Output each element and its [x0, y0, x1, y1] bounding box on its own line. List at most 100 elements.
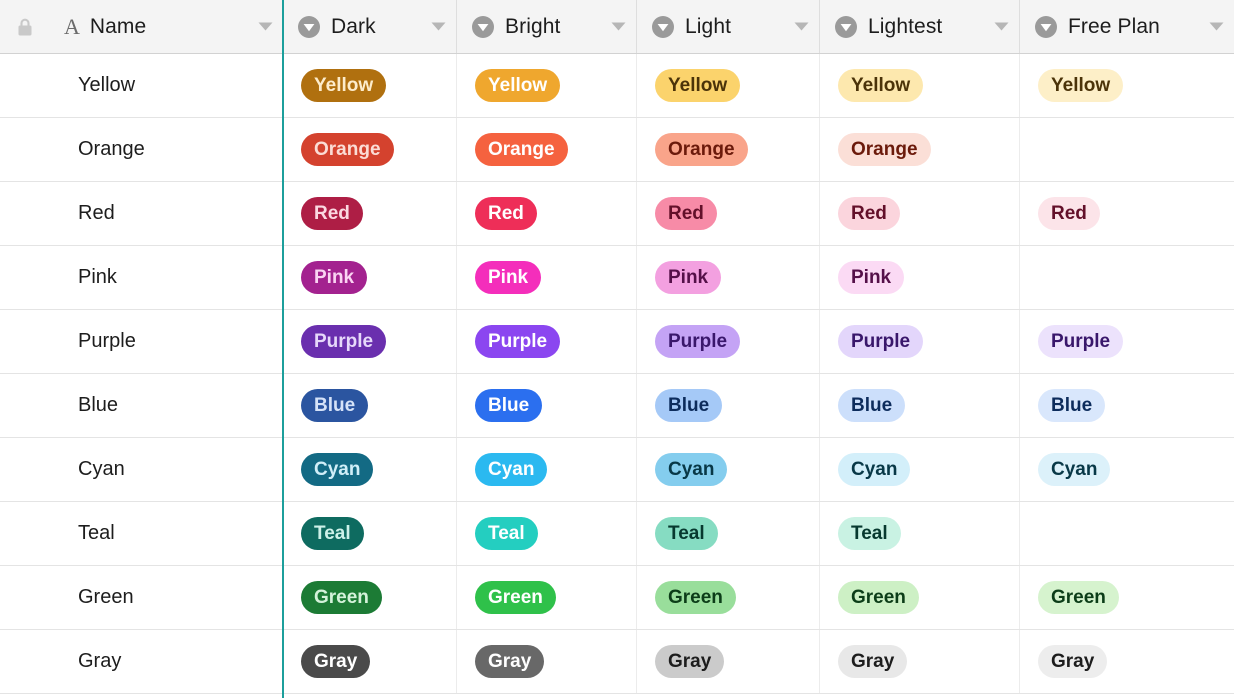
color-pill: Cyan: [475, 453, 548, 486]
cell-swatch[interactable]: Purple: [1020, 310, 1234, 373]
cell-swatch[interactable]: Teal: [283, 502, 457, 565]
cell-swatch[interactable]: Cyan: [1020, 438, 1234, 501]
cell-swatch[interactable]: Gray: [637, 630, 820, 693]
column-header-free-plan[interactable]: Free Plan: [1020, 0, 1234, 53]
cell-name[interactable]: Purple: [0, 310, 283, 373]
cell-swatch[interactable]: Red: [820, 182, 1020, 245]
color-pill: Yellow: [1038, 69, 1124, 102]
chevron-down-icon[interactable]: [421, 22, 446, 31]
cell-name[interactable]: Orange: [0, 118, 283, 181]
cell-swatch[interactable]: Purple: [283, 310, 457, 373]
row-name-text: Cyan: [78, 458, 125, 480]
color-pill: Cyan: [838, 453, 911, 486]
cell-swatch[interactable]: Green: [637, 566, 820, 629]
color-pill: Red: [1038, 197, 1100, 230]
row-name-text: Green: [78, 586, 134, 608]
color-pill: Red: [655, 197, 717, 230]
cell-swatch[interactable]: Green: [283, 566, 457, 629]
cell-swatch[interactable]: Orange: [457, 118, 637, 181]
cell-name[interactable]: Green: [0, 566, 283, 629]
cell-name[interactable]: Red: [0, 182, 283, 245]
color-pill: Cyan: [301, 453, 374, 486]
chevron-down-icon[interactable]: [984, 22, 1009, 31]
cell-swatch[interactable]: [1020, 246, 1234, 309]
cell-swatch[interactable]: Purple: [637, 310, 820, 373]
cell-swatch[interactable]: Cyan: [457, 438, 637, 501]
cell-swatch[interactable]: Teal: [637, 502, 820, 565]
chevron-down-icon[interactable]: [784, 22, 809, 31]
cell-swatch[interactable]: Orange: [283, 118, 457, 181]
table-row: Gray Gray Gray Gray Gray Gray: [0, 630, 1234, 694]
cell-swatch[interactable]: Blue: [820, 374, 1020, 437]
cell-swatch[interactable]: Yellow: [1020, 54, 1234, 117]
cell-swatch[interactable]: Pink: [820, 246, 1020, 309]
color-pill: Blue: [301, 389, 369, 422]
cell-swatch[interactable]: Yellow: [820, 54, 1020, 117]
cell-name[interactable]: Pink: [0, 246, 283, 309]
cell-swatch[interactable]: Green: [457, 566, 637, 629]
chevron-down-icon[interactable]: [601, 22, 626, 31]
cell-swatch[interactable]: Pink: [637, 246, 820, 309]
cell-swatch[interactable]: Pink: [283, 246, 457, 309]
color-pill: Red: [301, 197, 363, 230]
cell-swatch[interactable]: [1020, 118, 1234, 181]
cell-swatch[interactable]: Green: [820, 566, 1020, 629]
cell-name[interactable]: Blue: [0, 374, 283, 437]
cell-name[interactable]: Gray: [0, 630, 283, 693]
column-header-light[interactable]: Light: [637, 0, 820, 53]
cell-swatch[interactable]: Cyan: [283, 438, 457, 501]
column-header-name[interactable]: A Name: [0, 0, 283, 53]
cell-swatch[interactable]: Blue: [637, 374, 820, 437]
cell-swatch[interactable]: Gray: [283, 630, 457, 693]
color-pill: Gray: [475, 645, 545, 678]
color-pill: Yellow: [838, 69, 924, 102]
cell-name[interactable]: Cyan: [0, 438, 283, 501]
cell-swatch[interactable]: Cyan: [637, 438, 820, 501]
row-name-text: Teal: [78, 522, 115, 544]
row-name-text: Purple: [78, 330, 136, 352]
color-pill: Cyan: [655, 453, 728, 486]
color-pill: Gray: [655, 645, 725, 678]
chevron-down-icon[interactable]: [248, 22, 273, 31]
color-pill: Purple: [301, 325, 387, 358]
cell-swatch[interactable]: Yellow: [457, 54, 637, 117]
column-header-bright[interactable]: Bright: [457, 0, 637, 53]
cell-swatch[interactable]: Gray: [1020, 630, 1234, 693]
cell-name[interactable]: Teal: [0, 502, 283, 565]
table-row: Orange Orange Orange Orange Orange: [0, 118, 1234, 182]
single-select-field-icon: [651, 15, 675, 39]
cell-swatch[interactable]: Blue: [1020, 374, 1234, 437]
cell-swatch[interactable]: Orange: [637, 118, 820, 181]
cell-swatch[interactable]: Teal: [457, 502, 637, 565]
cell-swatch[interactable]: Orange: [820, 118, 1020, 181]
cell-swatch[interactable]: Green: [1020, 566, 1234, 629]
color-pill: Orange: [838, 133, 931, 166]
cell-swatch[interactable]: Red: [283, 182, 457, 245]
cell-swatch[interactable]: Purple: [820, 310, 1020, 373]
color-pill: Purple: [838, 325, 924, 358]
color-pill: Pink: [301, 261, 368, 294]
color-pill: Gray: [838, 645, 908, 678]
cell-swatch[interactable]: Gray: [820, 630, 1020, 693]
cell-swatch[interactable]: Yellow: [283, 54, 457, 117]
chevron-down-icon[interactable]: [1199, 22, 1224, 31]
cell-swatch[interactable]: Red: [457, 182, 637, 245]
cell-swatch[interactable]: Red: [637, 182, 820, 245]
column-header-dark[interactable]: Dark: [283, 0, 457, 53]
cell-swatch[interactable]: Blue: [283, 374, 457, 437]
cell-swatch[interactable]: Cyan: [820, 438, 1020, 501]
cell-swatch[interactable]: Gray: [457, 630, 637, 693]
cell-swatch[interactable]: Teal: [820, 502, 1020, 565]
cell-swatch[interactable]: Yellow: [637, 54, 820, 117]
color-pill: Purple: [655, 325, 741, 358]
cell-name[interactable]: Yellow: [0, 54, 283, 117]
single-select-field-icon: [297, 15, 321, 39]
cell-swatch[interactable]: Pink: [457, 246, 637, 309]
color-pill: Teal: [475, 517, 538, 550]
row-name-text: Yellow: [78, 74, 136, 96]
cell-swatch[interactable]: Red: [1020, 182, 1234, 245]
cell-swatch[interactable]: Blue: [457, 374, 637, 437]
cell-swatch[interactable]: Purple: [457, 310, 637, 373]
cell-swatch[interactable]: [1020, 502, 1234, 565]
column-header-lightest[interactable]: Lightest: [820, 0, 1020, 53]
